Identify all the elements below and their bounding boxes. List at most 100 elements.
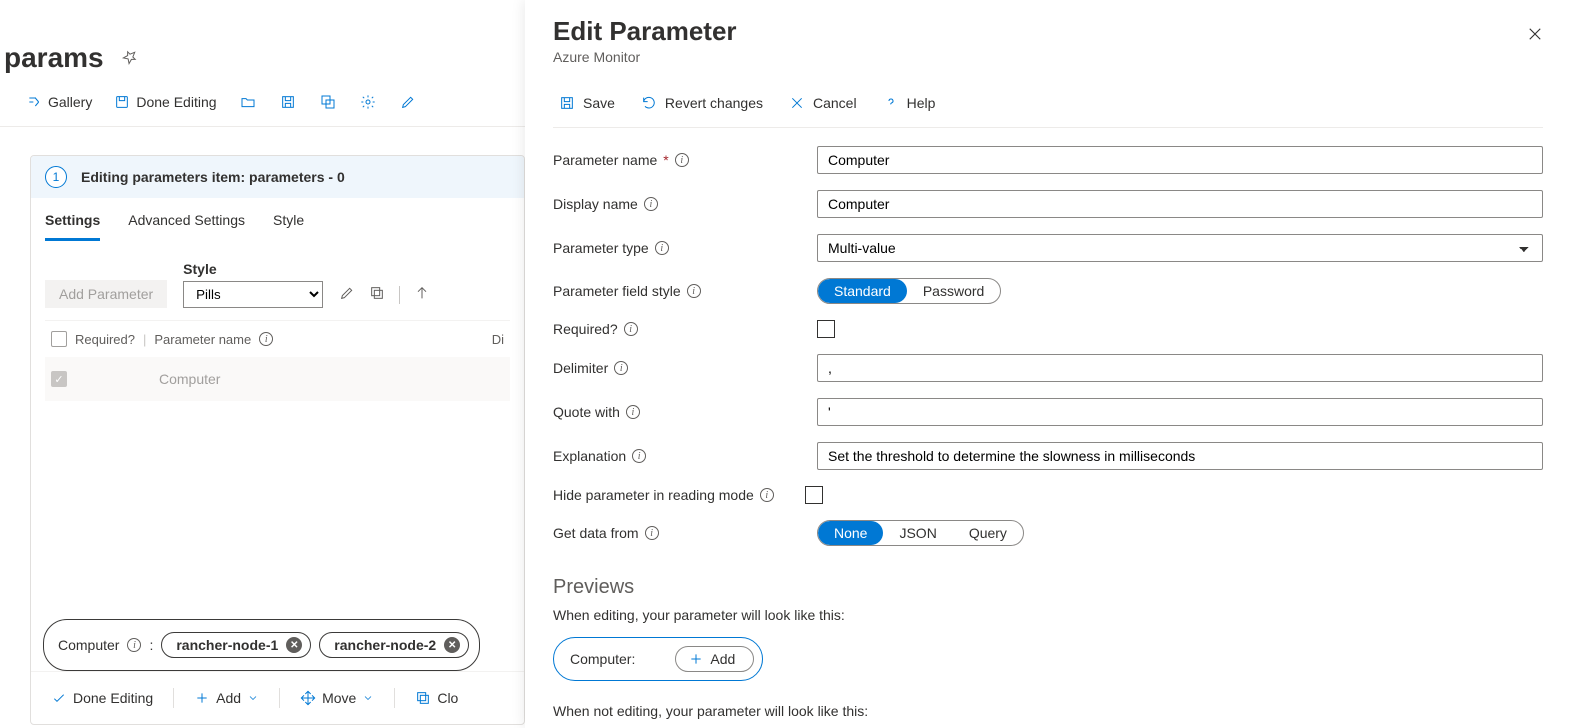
step-badge: 1 [45,166,67,188]
label-hide: Hide parameter in reading mode [553,487,754,503]
separator [399,286,400,304]
footer-add[interactable]: Add [186,686,267,710]
edit-row-icon[interactable] [339,285,355,304]
label-explanation: Explanation [553,448,626,464]
field-style-password[interactable]: Password [907,279,1000,303]
info-icon[interactable]: i [632,449,646,463]
done-editing-label: Done Editing [136,94,216,110]
panel-title: Edit Parameter [553,16,1543,47]
panel-toolbar: Save Revert changes Cancel Help [553,83,1543,128]
main-toolbar: Gallery Done Editing [0,82,525,127]
open-icon[interactable] [233,94,263,110]
required-asterisk: * [663,152,668,168]
settings-gear-icon[interactable] [353,94,383,110]
label-required: Required? [553,321,618,337]
label-delimiter: Delimiter [553,360,608,376]
info-icon[interactable]: i [624,322,638,336]
preview-pill[interactable]: Computer: Add [553,637,763,681]
parameters-editor: 1 Editing parameters item: parameters - … [30,155,525,725]
preview-pill-label: Computer: [570,651,635,667]
tab-settings[interactable]: Settings [45,212,100,241]
tab-style[interactable]: Style [273,212,304,241]
pill-rancher-node-2[interactable]: rancher-node-2 ✕ [319,632,469,658]
label-param-type: Parameter type [553,240,649,256]
panel-cancel-button[interactable]: Cancel [783,91,863,115]
info-icon[interactable]: i [259,332,273,346]
page-title: params [4,42,104,74]
delimiter-input[interactable] [817,354,1543,382]
info-icon[interactable]: i [614,361,628,375]
info-icon[interactable]: i [675,153,689,167]
footer-clone[interactable]: Clo [407,686,466,710]
display-name-input[interactable] [817,190,1543,218]
pill-rancher-node-1[interactable]: rancher-node-1 ✕ [161,632,311,658]
done-editing-button[interactable]: Done Editing [108,90,222,114]
gallery-label: Gallery [48,94,92,110]
editor-header: 1 Editing parameters item: parameters - … [31,156,524,198]
move-up-icon[interactable] [414,285,430,304]
get-data-segmented: None JSON Query [817,520,1024,546]
label-quote: Quote with [553,404,620,420]
previews-heading: Previews [553,576,1543,599]
info-icon[interactable]: i [645,526,659,540]
gallery-button[interactable]: Gallery [20,90,98,114]
pill-group-label: Computer [54,637,119,653]
editor-footer-actions: Done Editing Add Move Clo [31,671,524,724]
param-name-input[interactable] [817,146,1543,174]
label-get-data: Get data from [553,525,639,541]
hide-checkbox[interactable] [805,486,823,504]
edit-parameter-panel: Edit Parameter Azure Monitor Save Revert… [525,0,1571,728]
panel-save-button[interactable]: Save [553,91,621,115]
row-checkbox[interactable] [51,371,67,387]
info-icon[interactable]: i [127,638,141,652]
col-di: Di [492,332,504,347]
panel-help-button[interactable]: Help [877,91,942,115]
remove-pill-icon[interactable]: ✕ [286,637,302,653]
col-required: Required? [75,332,135,347]
get-data-json[interactable]: JSON [883,521,952,545]
footer-done-editing[interactable]: Done Editing [43,686,161,710]
panel-revert-button[interactable]: Revert changes [635,91,769,115]
preview-editing-hint: When editing, your parameter will look l… [553,607,1543,623]
info-icon[interactable]: i [760,488,774,502]
field-style-standard[interactable]: Standard [818,279,907,303]
get-data-query[interactable]: Query [953,521,1023,545]
get-data-none[interactable]: None [818,521,883,545]
info-icon[interactable]: i [687,284,701,298]
preview-readonly-hint: When not editing, your parameter will lo… [553,703,1543,719]
col-param-name: Parameter name [154,332,251,347]
save-as-icon[interactable] [313,94,343,110]
edit-pencil-icon[interactable] [393,94,423,110]
preview-add-button[interactable]: Add [675,646,754,672]
pin-icon[interactable] [122,49,138,68]
editor-tabs: Settings Advanced Settings Style [31,198,524,241]
save-icon[interactable] [273,94,303,110]
required-checkbox[interactable] [817,320,835,338]
info-icon[interactable]: i [626,405,640,419]
header-checkbox[interactable] [51,331,67,347]
param-row[interactable] [45,357,510,401]
info-icon[interactable]: i [655,241,669,255]
add-parameter-button[interactable]: Add Parameter [45,280,167,308]
panel-subtitle: Azure Monitor [553,49,1543,65]
footer-move[interactable]: Move [292,686,382,710]
close-panel-button[interactable] [1521,20,1549,48]
quote-input[interactable] [817,398,1543,426]
workbook-page: params Gallery Done Editing 1 Editing pa… [0,0,525,728]
remove-pill-icon[interactable]: ✕ [444,637,460,653]
param-table-header: Required? | Parameter name i Di [45,320,510,357]
field-style-segmented: Standard Password [817,278,1001,304]
style-select[interactable]: Pills [183,281,323,308]
page-header: params [0,0,525,82]
copy-row-icon[interactable] [369,285,385,304]
param-type-select[interactable]: Multi-value [817,234,1543,262]
style-label: Style [183,261,323,277]
label-field-style: Parameter field style [553,283,681,299]
computer-pill-group[interactable]: Computer i: rancher-node-1 ✕ rancher-nod… [43,619,480,671]
info-icon[interactable]: i [644,197,658,211]
row-param-name-input[interactable] [155,369,375,389]
label-display-name: Display name [553,196,638,212]
editor-heading: Editing parameters item: parameters - 0 [81,169,345,185]
explanation-input[interactable] [817,442,1543,470]
tab-advanced-settings[interactable]: Advanced Settings [128,212,245,241]
